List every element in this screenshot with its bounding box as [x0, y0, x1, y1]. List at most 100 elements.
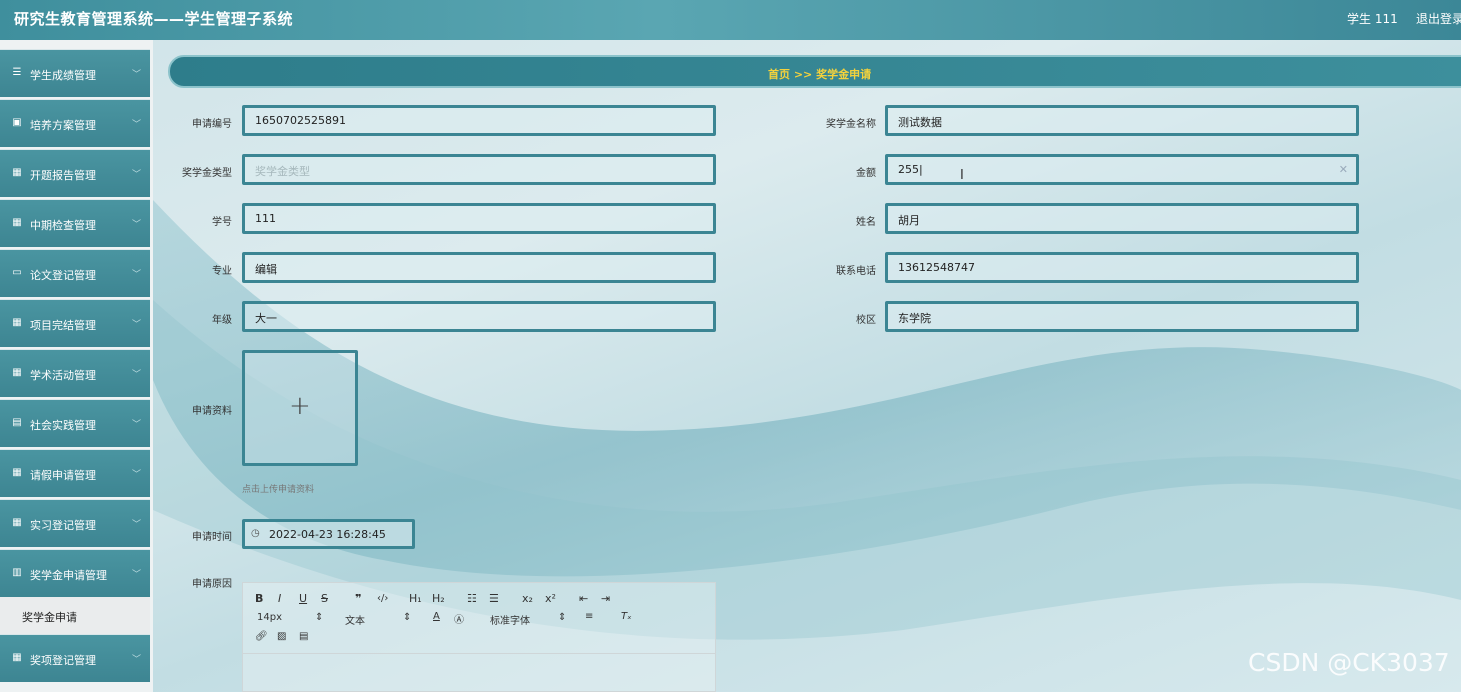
editor-toolbar-divider	[243, 653, 715, 654]
font-family-select[interactable]: 标准字体	[490, 612, 530, 627]
background-color-icon[interactable]: Ⓐ	[454, 611, 464, 626]
updown-icon: ⇕	[403, 612, 412, 623]
student-name-label: 姓名	[856, 217, 876, 228]
sidebar-item-label: 项目完结管理	[30, 319, 96, 332]
blockquote-icon[interactable]: ❞	[355, 592, 361, 605]
sidebar-item-awards[interactable]: ▦ 奖项登记管理 ﹀	[0, 634, 150, 682]
scholarship-type-field[interactable]: 奖学金类型	[242, 154, 716, 185]
watermark: CSDN @CK3037	[1248, 648, 1450, 677]
code-icon[interactable]: ‹/›	[377, 593, 388, 604]
grade-field[interactable]: 大一	[242, 301, 716, 332]
materials-label: 申请资料	[192, 406, 232, 417]
font-size-select[interactable]: 14px	[257, 612, 282, 623]
sidebar-item-leave[interactable]: ▦ 请假申请管理 ﹀	[0, 449, 150, 497]
scholarship-name-label: 奖学金名称	[826, 119, 876, 130]
underline-icon[interactable]: U	[299, 592, 307, 605]
video-icon[interactable]: ▤	[299, 631, 308, 642]
major-label: 专业	[212, 266, 232, 277]
sidebar-subitem-scholarship-apply[interactable]: 奖学金申请	[0, 597, 150, 634]
chevron-down-icon: ﹀	[132, 120, 142, 130]
current-user: 学生 111	[1347, 12, 1398, 26]
sidebar-item-internship[interactable]: ▦ 实习登记管理 ﹀	[0, 499, 150, 547]
sidebar-item-proposal[interactable]: ▦ 开题报告管理 ﹀	[0, 149, 150, 197]
sidebar-item-scholarship[interactable]: ▥ 奖学金申请管理 ﹀	[0, 549, 150, 597]
strikethrough-icon[interactable]: S	[321, 592, 328, 605]
student-id-label: 学号	[212, 217, 232, 228]
campus-field[interactable]: 东学院	[885, 301, 1359, 332]
sidebar-item-label: 实习登记管理	[30, 519, 96, 532]
upload-hint: 点击上传申请资料	[242, 485, 315, 495]
campus-label: 校区	[856, 315, 876, 326]
ordered-list-icon[interactable]: ☷	[467, 592, 477, 605]
grid-icon: ▦	[12, 317, 22, 328]
apply-no-field[interactable]: 1650702525891	[242, 105, 716, 136]
chevron-down-icon: ﹀	[132, 270, 142, 280]
sidebar-item-scores[interactable]: ☰ 学生成绩管理 ﹀	[0, 49, 150, 97]
app-title: 研究生教育管理系统——学生管理子系统	[14, 10, 294, 28]
major-field[interactable]: 编辑	[242, 252, 716, 283]
sidebar-subitem-label: 奖学金申请	[22, 611, 77, 624]
indent-icon[interactable]: ⇥	[601, 592, 610, 605]
heading2-icon[interactable]: H₂	[432, 592, 445, 605]
sidebar-item-label: 学术活动管理	[30, 369, 96, 382]
sidebar-item-project[interactable]: ▦ 项目完结管理 ﹀	[0, 299, 150, 347]
block-type-select[interactable]: 文本	[345, 612, 365, 627]
doc-icon: ▣	[12, 117, 22, 128]
phone-label: 联系电话	[836, 266, 876, 277]
clipboard-icon: ▤	[12, 417, 22, 428]
phone-field[interactable]: 13612548747	[885, 252, 1359, 283]
text-caret: |	[919, 163, 923, 176]
align-icon[interactable]: ≡	[585, 611, 593, 622]
sidebar-item-label: 学生成绩管理	[30, 69, 96, 82]
chevron-down-icon: ﹀	[132, 220, 142, 230]
sidebar: ☰ 学生成绩管理 ﹀ ▣ 培养方案管理 ﹀ ▦ 开题报告管理 ﹀ ▦ 中期检查管…	[0, 40, 153, 692]
sidebar-item-label: 奖项登记管理	[30, 654, 96, 667]
grade-label: 年级	[212, 315, 232, 326]
grid-icon: ▦	[12, 167, 22, 178]
sidebar-item-practice[interactable]: ▤ 社会实践管理 ﹀	[0, 399, 150, 447]
heading1-icon[interactable]: H₁	[409, 592, 422, 605]
chevron-down-icon: ﹀	[132, 370, 142, 380]
sidebar-item-academic[interactable]: ▦ 学术活动管理 ﹀	[0, 349, 150, 397]
chevron-down-icon: ﹀	[132, 570, 142, 580]
amount-label: 金额	[856, 168, 876, 179]
superscript-icon[interactable]: x²	[545, 592, 556, 605]
bold-icon[interactable]: B	[255, 592, 263, 605]
apply-time-picker[interactable]: ◷ 2022-04-23 16:28:45	[242, 519, 415, 549]
sidebar-item-label: 论文登记管理	[30, 269, 96, 282]
rich-text-editor[interactable]: B I U S ❞ ‹/› H₁ H₂ ☷ ☰ x₂ x² ⇤ ⇥ 14px ⇕…	[242, 582, 716, 692]
logout-link[interactable]: 退出登录	[1416, 10, 1461, 27]
scholarship-type-label: 奖学金类型	[182, 168, 232, 179]
sidebar-item-thesis[interactable]: ▭ 论文登记管理 ﹀	[0, 249, 150, 297]
upload-button[interactable]: +	[242, 350, 358, 466]
student-id-field[interactable]: 111	[242, 203, 716, 234]
sidebar-item-midterm[interactable]: ▦ 中期检查管理 ﹀	[0, 199, 150, 247]
sidebar-item-label: 培养方案管理	[30, 119, 96, 132]
updown-icon: ⇕	[558, 612, 567, 623]
amount-field[interactable]: 255| ✕	[885, 154, 1359, 185]
outdent-icon[interactable]: ⇤	[579, 592, 588, 605]
text-cursor-icon: I	[960, 168, 964, 183]
italic-icon[interactable]: I	[278, 592, 281, 605]
image-icon[interactable]: ▨	[277, 631, 286, 642]
link-icon[interactable]: 🔗︎	[255, 631, 268, 642]
sidebar-item-label: 奖学金申请管理	[30, 569, 107, 582]
sidebar-item-training-plan[interactable]: ▣ 培养方案管理 ﹀	[0, 99, 150, 147]
clear-icon[interactable]: ✕	[1339, 163, 1348, 176]
sidebar-item-label: 请假申请管理	[30, 469, 96, 482]
student-name-field[interactable]: 胡月	[885, 203, 1359, 234]
list-icon: ☰	[12, 67, 22, 78]
grid-icon: ▦	[12, 467, 22, 478]
breadcrumb: 首页 >> 奖学金申请	[168, 55, 1461, 88]
grid-icon: ▦	[12, 652, 22, 663]
subscript-icon[interactable]: x₂	[522, 592, 533, 605]
top-bar: 研究生教育管理系统——学生管理子系统 学生 111 退出登录	[0, 0, 1461, 40]
font-color-icon[interactable]: A	[433, 611, 440, 622]
chevron-down-icon: ﹀	[132, 470, 142, 480]
bullet-list-icon[interactable]: ☰	[489, 592, 499, 605]
chart-icon: ▥	[12, 567, 22, 578]
clear-format-icon[interactable]: Tₓ	[621, 611, 632, 622]
scholarship-name-field[interactable]: 测试数据	[885, 105, 1359, 136]
chevron-down-icon: ﹀	[132, 520, 142, 530]
breadcrumb-text[interactable]: 首页 >> 奖学金申请	[768, 66, 871, 82]
